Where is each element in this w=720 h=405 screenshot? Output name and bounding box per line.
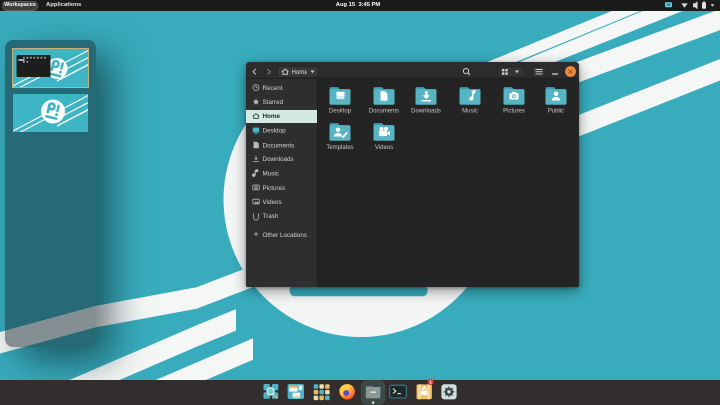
- svg-text:Documents: Documents: [263, 142, 295, 149]
- svg-text:Pictures: Pictures: [503, 109, 525, 115]
- svg-text:Desktop: Desktop: [263, 128, 287, 135]
- svg-text:Trash: Trash: [263, 213, 279, 220]
- svg-text:Public: Public: [548, 109, 564, 115]
- svg-text:Recent: Recent: [263, 85, 283, 92]
- svg-text:Downloads: Downloads: [411, 109, 441, 115]
- svg-text:Starred: Starred: [263, 99, 284, 106]
- svg-text:Videos: Videos: [375, 145, 393, 151]
- svg-text:Other Locations: Other Locations: [263, 232, 307, 239]
- svg-text:Pictures: Pictures: [263, 185, 286, 192]
- svg-text:Downloads: Downloads: [263, 156, 294, 163]
- svg-text:Desktop: Desktop: [329, 109, 352, 115]
- svg-text:Music: Music: [263, 171, 279, 178]
- svg-text:Documents: Documents: [369, 109, 399, 115]
- svg-text:Music: Music: [462, 109, 478, 115]
- svg-text:Videos: Videos: [263, 199, 282, 206]
- svg-text:Home: Home: [292, 69, 309, 76]
- svg-text:Home: Home: [263, 113, 281, 120]
- svg-text:1: 1: [429, 380, 432, 385]
- svg-text:Templates: Templates: [326, 145, 353, 151]
